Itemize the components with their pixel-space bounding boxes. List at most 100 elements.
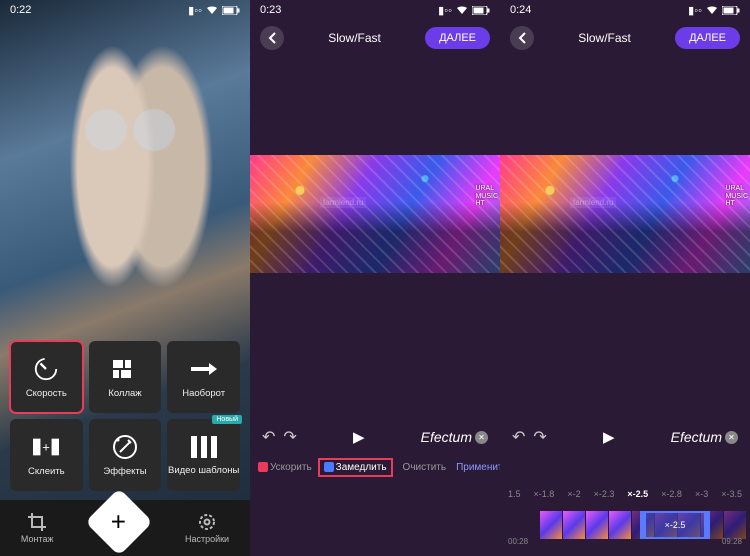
undo-button[interactable]: ↶ xyxy=(512,427,525,447)
brand-close-icon[interactable]: ✕ xyxy=(475,431,488,444)
speed-opt[interactable]: ×-2 xyxy=(567,489,580,499)
undo-button[interactable]: ↶ xyxy=(262,427,275,447)
screen-title: Slow/Fast xyxy=(534,31,675,45)
tile-templates[interactable]: Новый Видео шаблоны xyxy=(167,419,240,491)
battery-icon xyxy=(472,6,490,15)
signal-icon: ▮◦◦ xyxy=(688,4,702,17)
reverse-icon xyxy=(191,356,217,382)
action-row: Ускорить Замедлить Очистить Применить xyxy=(250,454,500,480)
screen-title: Slow/Fast xyxy=(284,31,425,45)
redo-button[interactable]: ↷ xyxy=(533,427,546,447)
speed-icon xyxy=(33,356,59,382)
brand-close-icon[interactable]: ✕ xyxy=(725,431,738,444)
nav-settings[interactable]: Настройки xyxy=(185,513,229,544)
stage-text: URAL MUSIC HT xyxy=(475,185,498,208)
play-button[interactable]: ▶ xyxy=(547,428,671,446)
clock: 0:22 xyxy=(10,4,31,16)
nav-label: Монтаж xyxy=(21,534,54,544)
action-apply[interactable]: Применить xyxy=(456,462,500,473)
highlight-slowdown: Замедлить xyxy=(318,458,393,477)
stage-text: URAL MUSIC HT xyxy=(725,185,748,208)
timeline[interactable]: 00:28 ×-2.5 09:28 xyxy=(500,506,750,544)
status-icons: ▮◦◦ xyxy=(688,4,740,17)
chevron-left-icon xyxy=(518,32,526,44)
tile-label: Эффекты xyxy=(103,466,146,477)
collage-icon xyxy=(112,356,138,382)
next-button[interactable]: ДАЛЕЕ xyxy=(425,27,490,49)
action-clear[interactable]: Очистить xyxy=(403,462,447,473)
status-icons: ▮◦◦ xyxy=(438,4,490,17)
speed-opt[interactable]: 1.5 xyxy=(508,489,521,499)
back-button[interactable] xyxy=(510,26,534,50)
top-bar: Slow/Fast ДАЛЕЕ xyxy=(250,22,500,54)
speed-opt[interactable]: ×-3.5 xyxy=(721,489,742,499)
speed-opt-active[interactable]: ×-2.5 xyxy=(627,489,648,499)
watermark: farmlend.ru xyxy=(570,197,616,208)
timeline-end: 09:28 xyxy=(722,537,742,546)
next-button[interactable]: ДАЛЕЕ xyxy=(675,27,740,49)
wifi-icon xyxy=(706,5,718,15)
tile-reverse[interactable]: Наоборот xyxy=(167,341,240,413)
action-speedup[interactable]: Ускорить xyxy=(258,462,312,473)
bottom-nav: Монтаж + Настройки xyxy=(0,500,250,556)
speed-opt[interactable]: ×-2.3 xyxy=(594,489,615,499)
crop-icon xyxy=(28,513,46,531)
effects-icon xyxy=(112,434,138,460)
speed-opt[interactable]: ×-2.8 xyxy=(661,489,682,499)
action-slowdown[interactable]: Замедлить xyxy=(324,462,387,473)
play-button[interactable]: ▶ xyxy=(297,428,421,446)
status-bar: 0:24 ▮◦◦ xyxy=(500,0,750,20)
signal-icon: ▮◦◦ xyxy=(438,4,452,17)
top-bar: Slow/Fast ДАЛЕЕ xyxy=(500,22,750,54)
tool-grid: Скорость Коллаж Наоборот + Склеить Эффек… xyxy=(10,341,240,491)
redo-button[interactable]: ↷ xyxy=(283,427,296,447)
tile-collage[interactable]: Коллаж xyxy=(89,341,162,413)
nav-label: Настройки xyxy=(185,534,229,544)
thumb xyxy=(540,511,562,539)
signal-icon: ▮◦◦ xyxy=(188,4,202,17)
tile-merge[interactable]: + Склеить xyxy=(10,419,83,491)
watermark: farmlend.ru xyxy=(320,197,366,208)
video-preview[interactable]: farmlend.ru URAL MUSIC HT xyxy=(500,155,750,273)
brand-label: Efectum ✕ xyxy=(421,429,488,445)
phone-editor-actions: 0:23 ▮◦◦ Slow/Fast ДАЛЕЕ farmlend.ru URA… xyxy=(250,0,500,556)
merge-icon: + xyxy=(33,434,59,460)
thumb xyxy=(586,511,608,539)
thumb xyxy=(724,511,746,539)
tile-effects[interactable]: Эффекты xyxy=(89,419,162,491)
status-bar: 0:22 ▮◦◦ xyxy=(0,0,250,20)
tile-label: Склеить xyxy=(28,466,65,477)
playback-controls: ↶ ↷ ▶ Efectum ✕ xyxy=(500,423,750,451)
thumb xyxy=(563,511,585,539)
timeline-start: 00:28 xyxy=(508,537,528,546)
phone-home: 0:22 ▮◦◦ Скорость Коллаж xyxy=(0,0,250,556)
battery-icon xyxy=(722,6,740,15)
clock: 0:23 xyxy=(260,4,281,16)
templates-icon xyxy=(191,434,217,460)
tile-label: Коллаж xyxy=(108,388,141,399)
status-bar: 0:23 ▮◦◦ xyxy=(250,0,500,20)
speed-picker: 1.5 ×-1.8 ×-2 ×-2.3 ×-2.5 ×-2.8 ×-3 ×-3.… xyxy=(500,484,750,504)
tile-speed[interactable]: Скорость xyxy=(10,341,83,413)
speed-opt[interactable]: ×-1.8 xyxy=(534,489,555,499)
nav-montage[interactable]: Монтаж xyxy=(21,513,54,544)
new-badge: Новый xyxy=(212,415,242,424)
video-preview[interactable]: farmlend.ru URAL MUSIC HT xyxy=(250,155,500,273)
gear-icon xyxy=(198,513,216,531)
battery-icon xyxy=(222,6,240,15)
segment-label: ×-2.5 xyxy=(665,520,686,530)
speed-opt[interactable]: ×-3 xyxy=(695,489,708,499)
phone-editor-timeline: 0:24 ▮◦◦ Slow/Fast ДАЛЕЕ farmlend.ru URA… xyxy=(500,0,750,556)
brand-label: Efectum ✕ xyxy=(671,429,738,445)
tile-label: Наоборот xyxy=(182,388,225,399)
wifi-icon xyxy=(206,5,218,15)
thumb xyxy=(609,511,631,539)
svg-text:+: + xyxy=(43,439,51,454)
back-button[interactable] xyxy=(260,26,284,50)
tile-label: Скорость xyxy=(26,388,67,399)
chevron-left-icon xyxy=(268,32,276,44)
status-icons: ▮◦◦ xyxy=(188,4,240,17)
speed-segment[interactable]: ×-2.5 xyxy=(640,511,710,539)
clock: 0:24 xyxy=(510,4,531,16)
wifi-icon xyxy=(456,5,468,15)
